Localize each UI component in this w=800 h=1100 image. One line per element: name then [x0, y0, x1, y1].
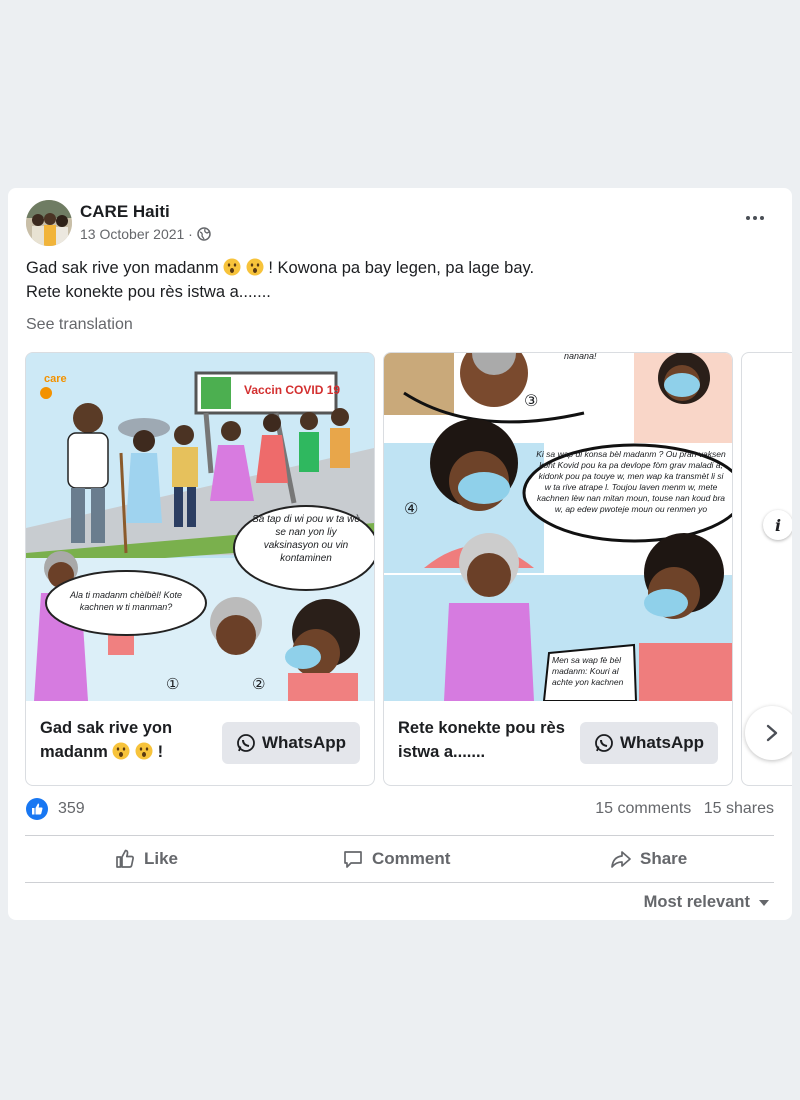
share-button[interactable]: Share — [610, 848, 687, 870]
like-icon — [116, 849, 134, 868]
info-icon[interactable]: i — [763, 510, 792, 540]
comment-sort-dropdown[interactable]: Most relevant — [644, 893, 770, 912]
post-date-text: 13 October 2021 · — [80, 226, 193, 242]
divider — [25, 882, 774, 883]
speech-bubble-1: Ala ti madanm chèlbèl! Kote kachnen w ti… — [69, 590, 183, 612]
speech-bubble-bottom: Men sa wap fè bèl madanm: Kouri al achte… — [552, 655, 624, 687]
like-reaction-icon — [26, 798, 48, 820]
page-avatar[interactable] — [26, 200, 72, 246]
comic-image-2[interactable] — [384, 353, 732, 701]
panel-number-4: ④ — [404, 501, 419, 518]
card-title-suffix: ! — [157, 743, 164, 761]
panel-number-2: ② — [252, 676, 266, 693]
post-message: Gad sak rive yon madanm ! Kowona pa bay … — [26, 256, 534, 304]
panel-number-1: ① — [166, 676, 180, 693]
reaction-count: 359 — [58, 800, 85, 817]
vaccine-sign-text: Vaccin COVID 19 — [244, 383, 341, 397]
speech-bubble-2: Sa tap di wi pou w ta wè se nan yon liy … — [252, 514, 360, 564]
sort-label: Most relevant — [643, 893, 750, 911]
panel-number-3: ③ — [524, 393, 539, 410]
carousel-card-1[interactable]: care Vaccin COVID 19 Ala ti madanm chèlb… — [25, 352, 375, 786]
whatsapp-button-2[interactable]: WhatsApp — [580, 722, 718, 764]
post-text-line1-end: ! Kowona pa bay legen, pa lage bay. — [268, 259, 535, 277]
speech-bubble-top: nanana! — [564, 352, 597, 361]
share-icon — [611, 851, 631, 868]
surprised-emoji-icon — [135, 742, 153, 760]
card-title-text: Gad sak rive yon madanm — [40, 719, 173, 761]
post-text-line1-start: Gad sak rive yon madanm — [26, 259, 219, 277]
comment-icon — [344, 851, 362, 868]
whatsapp-icon — [595, 734, 613, 752]
carousel-next-button[interactable] — [745, 706, 792, 760]
surprised-emoji-icon — [223, 258, 241, 276]
page-name[interactable]: CARE Haiti — [80, 202, 170, 222]
like-button[interactable]: Like — [114, 848, 178, 870]
shares-count[interactable]: 15 shares — [704, 800, 774, 817]
divider — [25, 835, 774, 836]
share-label: Share — [640, 849, 688, 868]
globe-icon — [197, 227, 211, 241]
more-icon — [746, 216, 750, 220]
care-logo: care — [44, 373, 67, 385]
chevron-right-icon — [766, 724, 778, 742]
comment-button[interactable]: Comment — [342, 848, 450, 870]
carousel-card-2[interactable]: nanana! Ki sa wap di konsa bèl madanm ? … — [383, 352, 733, 786]
post-date[interactable]: 13 October 2021 · — [80, 226, 211, 242]
whatsapp-button-label: WhatsApp — [619, 733, 705, 752]
more-options-button[interactable] — [740, 208, 770, 228]
card-title-1: Gad sak rive yon madanm ! — [40, 716, 220, 764]
surprised-emoji-icon — [246, 258, 264, 276]
comments-count[interactable]: 15 comments — [595, 800, 691, 817]
whatsapp-button-label: WhatsApp — [261, 733, 347, 752]
like-label: Like — [144, 849, 179, 868]
card-footer-2: Rete konekte pou rès istwa a....... What… — [384, 702, 732, 785]
whatsapp-button-1[interactable]: WhatsApp — [222, 722, 360, 764]
card-footer-1: Gad sak rive yon madanm ! WhatsApp — [26, 702, 374, 785]
chevron-down-icon — [759, 899, 769, 906]
post-text-line2: Rete konekte pou rès istwa a....... — [26, 283, 271, 301]
post-card: CARE Haiti 13 October 2021 · Gad sak riv… — [8, 188, 792, 920]
engagement-counts: 15 comments 15 shares — [595, 800, 774, 818]
card-title-2: Rete konekte pou rès istwa a....... — [398, 719, 565, 761]
whatsapp-icon — [237, 734, 255, 752]
attachment-carousel: care Vaccin COVID 19 Ala ti madanm chèlb… — [25, 352, 792, 786]
reaction-summary[interactable]: 359 — [26, 798, 85, 820]
surprised-emoji-icon — [112, 742, 130, 760]
speech-bubble-main: Ki sa wap di konsa bèl madanm ? Ou pran … — [536, 449, 726, 514]
see-translation-link[interactable]: See translation — [26, 316, 133, 334]
comment-label: Comment — [372, 849, 451, 868]
